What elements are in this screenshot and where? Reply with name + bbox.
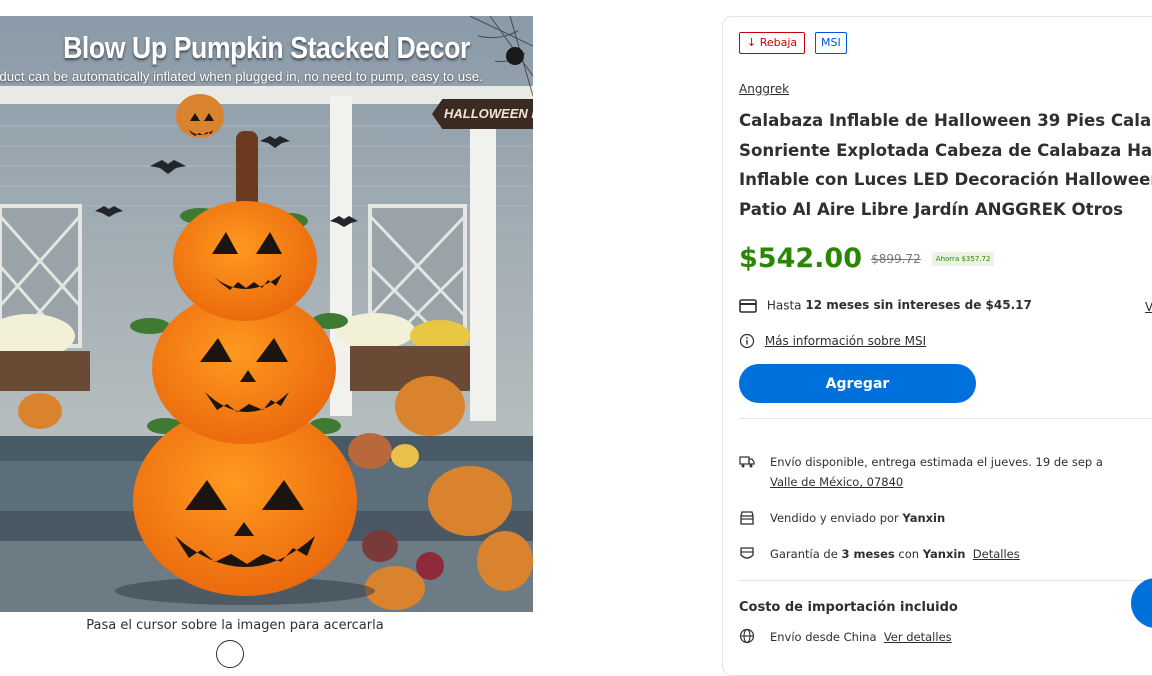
product-title-line: Sonriente Explotada Cabeza de Calabaza H… bbox=[739, 140, 1152, 160]
zoom-hint: Pasa el cursor sobre la imagen para acer… bbox=[86, 618, 384, 633]
divider bbox=[739, 580, 1152, 581]
globe-icon bbox=[739, 628, 755, 644]
warranty-seller: Yanxin bbox=[922, 547, 966, 561]
msi-terms: 12 meses sin intereses de $45.17 bbox=[805, 298, 1032, 312]
current-price: $542.00 bbox=[739, 243, 862, 274]
savings-badge: Ahorra $357.72 bbox=[931, 251, 995, 266]
import-details-link[interactable]: Ver detalles bbox=[884, 630, 952, 644]
add-to-cart-button[interactable]: Agregar bbox=[739, 364, 976, 403]
product-title-line: Patio Al Aire Libre Jardín ANGGREK Otros bbox=[739, 199, 1124, 219]
info-icon bbox=[739, 333, 755, 349]
halloween-sign: HALLOWEEN P bbox=[432, 99, 533, 129]
msi-see-more-link[interactable]: V bbox=[1145, 300, 1152, 314]
import-origin-row: Envío desde China Ver detalles bbox=[739, 627, 1152, 647]
product-title-line: Calabaza Inflable de Halloween 39 Pies C… bbox=[739, 111, 1152, 130]
import-cost-title: Costo de importación incluido bbox=[739, 600, 958, 615]
sale-badge-label: Rebaja bbox=[759, 36, 798, 49]
import-origin: Envío desde China bbox=[770, 630, 877, 644]
price-row: $542.00 $899.72 Ahorra $357.72 bbox=[739, 243, 995, 274]
product-image[interactable]: Blow Up Pumpkin Stacked Decor oduct can … bbox=[0, 16, 533, 612]
msi-badge: MSI bbox=[815, 32, 847, 54]
product-title-line: Inflable con Luces LED Decoración Hallow… bbox=[739, 170, 1152, 189]
product-title: Calabaza Inflable de Halloween 39 Pies C… bbox=[739, 106, 1152, 224]
down-arrow-icon: ↓ bbox=[747, 36, 757, 49]
shipping-row: Envío disponible, entrega estimada el ju… bbox=[739, 452, 1152, 492]
sold-by-row: Vendido y enviado por Yanxin bbox=[739, 508, 1152, 528]
import-origin-text: Envío desde China Ver detalles bbox=[770, 627, 952, 647]
msi-row: Hasta 12 meses sin intereses de $45.17 bbox=[739, 298, 1032, 313]
sold-by-prefix: Vendido y enviado por bbox=[770, 511, 903, 525]
msi-prefix: Hasta bbox=[766, 298, 806, 313]
store-icon bbox=[740, 511, 754, 525]
warranty-middle: con bbox=[894, 547, 923, 561]
original-price: $899.72 bbox=[871, 251, 921, 266]
warranty-text: Garantía de 3 meses con Yanxin Detalles bbox=[770, 544, 1020, 564]
card-icon bbox=[739, 298, 757, 313]
warranty-row: Garantía de 3 meses con Yanxin Detalles bbox=[739, 544, 1152, 564]
seller-link[interactable]: Anggrek bbox=[739, 82, 789, 96]
warranty-details-link[interactable]: Detalles bbox=[973, 547, 1020, 561]
shield-icon bbox=[740, 547, 754, 559]
msi-info-row: Más información sobre MSI bbox=[739, 333, 926, 349]
zoom-icon[interactable] bbox=[216, 640, 244, 668]
sold-by-text: Vendido y enviado por Yanxin bbox=[770, 508, 945, 528]
truck-icon bbox=[739, 456, 755, 468]
sold-by-seller: Yanxin bbox=[902, 511, 946, 525]
divider bbox=[739, 418, 1152, 419]
shipping-estimate: Envío disponible, entrega estimada el ju… bbox=[770, 455, 1103, 469]
sale-badge: ↓ Rebaja bbox=[739, 32, 806, 54]
warranty-prefix: Garantía de bbox=[770, 547, 842, 561]
shipping-text: Envío disponible, entrega estimada el ju… bbox=[770, 452, 1103, 492]
image-title-text: Blow Up Pumpkin Stacked Decor bbox=[63, 30, 470, 65]
image-subtitle-text: oduct can be automatically inflated when… bbox=[0, 69, 483, 84]
shipping-location-link[interactable]: Valle de México, 07840 bbox=[770, 475, 903, 489]
warranty-duration: 3 meses bbox=[841, 547, 895, 561]
msi-info-link[interactable]: Más información sobre MSI bbox=[765, 334, 926, 348]
